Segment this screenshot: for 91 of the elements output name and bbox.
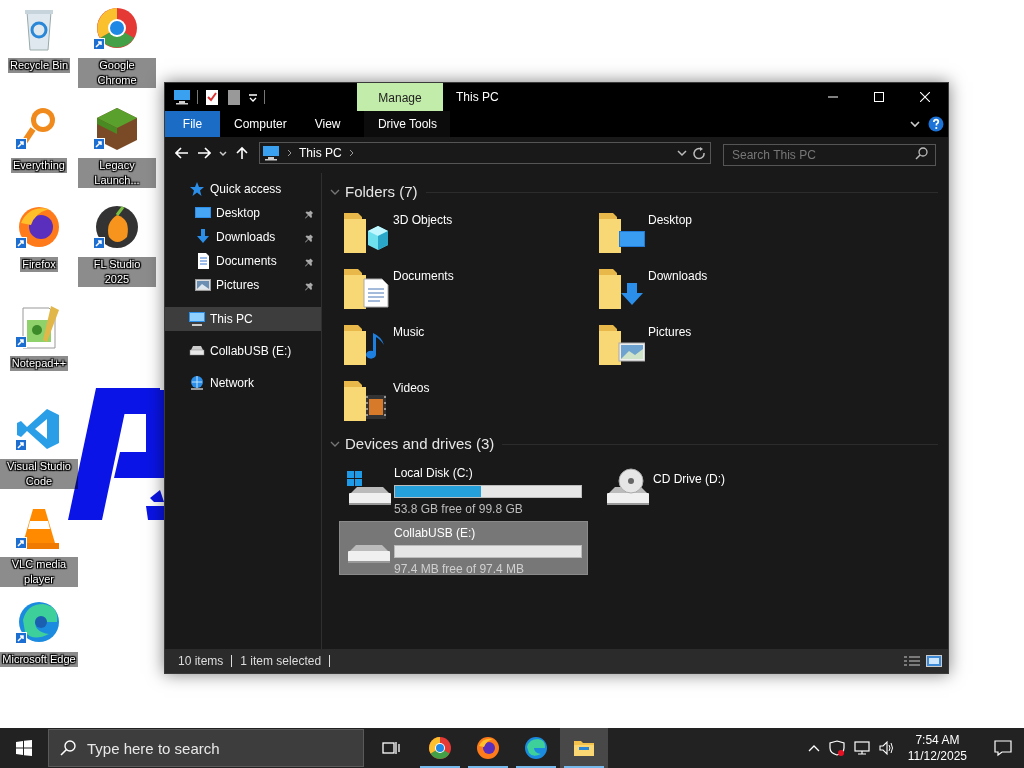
nav-item[interactable]: This PC bbox=[165, 307, 321, 331]
icon-label: FL Studio 2025 bbox=[78, 257, 156, 287]
desktop-icon bbox=[195, 205, 211, 221]
icon-label: Everything bbox=[11, 158, 67, 173]
back-button[interactable] bbox=[175, 146, 189, 160]
search-icon bbox=[60, 740, 76, 756]
address-bar[interactable]: This PC bbox=[259, 142, 711, 164]
network-icon[interactable] bbox=[853, 740, 870, 756]
recent-caret-icon[interactable] bbox=[219, 149, 227, 157]
clock[interactable]: 7:54 AM 11/12/2025 bbox=[903, 732, 971, 764]
section-heading: Folders (7) bbox=[345, 181, 418, 202]
chrome-icon bbox=[428, 736, 452, 760]
nav-item[interactable]: CollabUSB (E:) bbox=[165, 339, 321, 363]
contextual-tab-label: Manage bbox=[357, 83, 443, 111]
nav-item[interactable]: Downloads bbox=[165, 225, 321, 249]
drive-tile[interactable]: Local Disk (C:) 53.8 GB free of 99.8 GB bbox=[339, 461, 588, 515]
chevron-icon bbox=[286, 149, 293, 157]
ribbon-tab[interactable]: File bbox=[165, 111, 220, 137]
large-icons-view-icon[interactable] bbox=[926, 655, 942, 667]
cd-drive-icon bbox=[605, 468, 651, 506]
forward-button[interactable] bbox=[197, 146, 211, 160]
icon-label: Notepad++ bbox=[9, 356, 69, 371]
computer-icon bbox=[189, 311, 205, 327]
drive-free-space: 97.4 MB free of 97.4 MB bbox=[394, 562, 526, 576]
drive-icon bbox=[189, 343, 205, 359]
document-icon bbox=[195, 253, 211, 269]
ribbon-tab[interactable]: Drive Tools bbox=[364, 111, 451, 137]
help-icon[interactable] bbox=[928, 116, 944, 132]
nav-item[interactable]: Network bbox=[165, 371, 321, 395]
icon-label: VLC media player bbox=[0, 557, 78, 587]
icon-label: Microsoft Edge bbox=[0, 652, 78, 667]
nav-item[interactable]: Desktop bbox=[165, 201, 321, 225]
network-icon bbox=[189, 375, 205, 391]
drive-tile[interactable]: CollabUSB (E:) 97.4 MB free of 97.4 MB bbox=[339, 521, 588, 575]
computer-icon bbox=[262, 144, 280, 162]
section-heading: Devices and drives (3) bbox=[345, 433, 495, 454]
icon-label: Firefox bbox=[20, 257, 58, 272]
dropdown-caret-icon[interactable] bbox=[677, 148, 687, 158]
icon-label: Visual Studio Code bbox=[0, 459, 78, 489]
nav-item[interactable]: Pictures bbox=[165, 273, 321, 297]
app-icon[interactable] bbox=[93, 203, 141, 251]
notification-icon[interactable] bbox=[994, 739, 1012, 757]
folder-name[interactable]: 3D Objects bbox=[393, 211, 453, 229]
computer-icon[interactable] bbox=[173, 88, 191, 106]
folder-name[interactable]: Documents bbox=[393, 267, 454, 285]
chevron-icon bbox=[347, 149, 355, 157]
taskbar-search-field[interactable]: Type here to search bbox=[48, 729, 364, 767]
status-text: 10 items bbox=[178, 653, 224, 670]
drive-name: Local Disk (C:) bbox=[394, 465, 474, 482]
drive-name: CD Drive (D:) bbox=[653, 471, 725, 488]
collapse-caret-icon[interactable] bbox=[330, 187, 340, 197]
windows-logo-icon[interactable] bbox=[16, 740, 32, 756]
up-button[interactable] bbox=[235, 146, 249, 160]
icon-label: Google Chrome bbox=[78, 58, 156, 88]
folder-name[interactable]: Desktop bbox=[648, 211, 693, 229]
drive-name: CollabUSB (E:) bbox=[394, 525, 477, 542]
picture-icon bbox=[195, 277, 211, 293]
collapse-caret-icon[interactable] bbox=[330, 439, 340, 449]
folder-name[interactable]: Videos bbox=[393, 379, 430, 397]
refresh-icon[interactable] bbox=[693, 146, 706, 160]
folder-name[interactable]: Downloads bbox=[648, 267, 708, 285]
chevron-up-icon[interactable] bbox=[807, 743, 820, 753]
breadcrumb[interactable]: This PC bbox=[299, 144, 342, 162]
star-icon bbox=[189, 181, 205, 197]
close-icon[interactable] bbox=[920, 92, 930, 102]
status-text: 1 item selected bbox=[240, 653, 322, 670]
search-icon bbox=[915, 147, 928, 160]
download-icon bbox=[195, 229, 211, 245]
search-field[interactable]: Search This PC bbox=[723, 144, 936, 166]
maximize-icon[interactable] bbox=[874, 92, 884, 102]
window-title: This PC bbox=[455, 89, 499, 106]
firefox-icon bbox=[476, 736, 500, 760]
details-view-icon[interactable] bbox=[904, 655, 920, 667]
folder-name[interactable]: Music bbox=[393, 323, 425, 341]
volume-icon[interactable] bbox=[878, 740, 895, 756]
customize-caret-icon[interactable] bbox=[248, 92, 258, 102]
icon-label: Recycle Bin bbox=[7, 58, 71, 73]
ribbon-tab[interactable]: View bbox=[300, 111, 355, 137]
folder-name[interactable]: Pictures bbox=[648, 323, 692, 341]
drive-free-space: 53.8 GB free of 99.8 GB bbox=[394, 502, 524, 516]
nav-item[interactable]: Quick access bbox=[165, 177, 321, 201]
expand-ribbon-icon[interactable] bbox=[910, 119, 920, 129]
edge-icon bbox=[524, 736, 548, 760]
ribbon-tab[interactable]: Computer bbox=[220, 111, 301, 137]
properties-icon[interactable] bbox=[204, 88, 220, 106]
taskbar-app-button[interactable] bbox=[560, 728, 608, 768]
icon-label: Legacy Launch... bbox=[78, 158, 156, 188]
nav-item[interactable]: Documents bbox=[165, 249, 321, 273]
security-shield-icon[interactable] bbox=[828, 740, 845, 756]
drive-tile[interactable]: CD Drive (D:) bbox=[598, 461, 847, 515]
task-view-icon[interactable] bbox=[382, 740, 400, 756]
